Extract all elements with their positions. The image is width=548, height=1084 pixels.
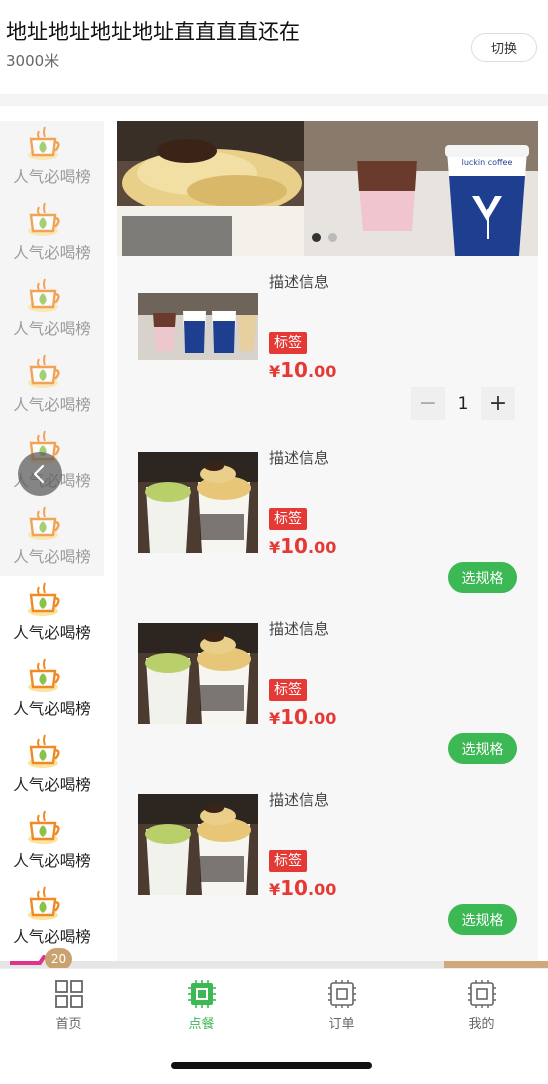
choose-spec-button[interactable]: 选规格 bbox=[448, 904, 517, 935]
product-card[interactable]: 描述信息标签 ¥10.00 选规格 bbox=[117, 607, 538, 777]
milk-tea-cup-icon bbox=[28, 734, 60, 768]
home-indicator bbox=[171, 1062, 372, 1069]
category-label: 人气必喝榜 bbox=[13, 700, 91, 718]
banner-cup-text: luckin coffee bbox=[462, 158, 513, 167]
decrease-button[interactable]: − bbox=[411, 387, 445, 420]
category-label: 人气必喝榜 bbox=[13, 624, 91, 642]
product-tag: 标签 bbox=[269, 850, 307, 872]
product-desc: 描述信息 bbox=[269, 620, 330, 638]
switch-store-button[interactable]: 切换 bbox=[471, 33, 537, 62]
chip-icon bbox=[328, 980, 356, 1008]
product-image[interactable] bbox=[138, 293, 258, 360]
category-label: 人气必喝榜 bbox=[13, 928, 91, 946]
tab-label: 订单 bbox=[328, 1017, 355, 1032]
category-label: 人气必喝榜 bbox=[13, 776, 91, 794]
milk-tea-cup-icon bbox=[28, 126, 60, 160]
product-list: luckin coffee 描述信息 标签 ¥10.00 − 1 + 描述信息 … bbox=[117, 121, 538, 961]
category-label: 人气必喝榜 bbox=[13, 320, 91, 338]
tab-label: 我的 bbox=[468, 1017, 495, 1032]
milk-tea-cup-icon bbox=[28, 886, 60, 920]
tab-bar: 首页 点餐 订单 我的 bbox=[0, 968, 548, 1052]
tab-order-food[interactable]: 点餐 bbox=[133, 969, 270, 1039]
tab-profile[interactable]: 我的 bbox=[413, 969, 548, 1039]
milk-tea-cup-icon bbox=[28, 810, 60, 844]
grid-icon bbox=[55, 980, 83, 1008]
chevron-left-icon bbox=[33, 464, 45, 484]
tab-label: 首页 bbox=[55, 1017, 82, 1032]
category-label: 人气必喝榜 bbox=[13, 396, 91, 414]
choose-spec-button[interactable]: 选规格 bbox=[448, 733, 517, 764]
category-item[interactable]: 人气必喝榜 bbox=[0, 501, 104, 577]
carousel-dot-active[interactable] bbox=[312, 233, 321, 242]
milk-tea-cup-icon bbox=[28, 658, 60, 692]
category-label: 人气必喝榜 bbox=[13, 168, 91, 186]
tab-home[interactable]: 首页 bbox=[0, 969, 137, 1039]
cart-icon[interactable] bbox=[10, 955, 46, 967]
category-item[interactable]: 人气必喝榜 bbox=[0, 577, 104, 653]
carousel-dots bbox=[312, 233, 337, 242]
chip-icon bbox=[188, 980, 216, 1008]
product-image[interactable] bbox=[138, 452, 258, 553]
milk-tea-cup-icon bbox=[28, 582, 60, 616]
chip-icon bbox=[468, 980, 496, 1008]
product-price: ¥10.00 bbox=[269, 534, 337, 558]
product-price: ¥10.00 bbox=[269, 358, 337, 382]
store-address: 地址地址地址地址直直直直还在 bbox=[6, 20, 300, 44]
category-label: 人气必喝榜 bbox=[13, 244, 91, 262]
choose-spec-button[interactable]: 选规格 bbox=[448, 562, 517, 593]
quantity-value: 1 bbox=[445, 387, 481, 420]
product-tag: 标签 bbox=[269, 332, 307, 354]
milk-tea-cup-icon bbox=[28, 354, 60, 388]
cart-count-badge: 20 bbox=[45, 948, 72, 970]
back-button[interactable] bbox=[18, 452, 62, 496]
category-item[interactable]: 人气必喝榜 bbox=[0, 729, 104, 805]
category-item[interactable]: 人气必喝榜 bbox=[0, 121, 104, 197]
promo-banner[interactable]: luckin coffee bbox=[117, 121, 538, 256]
divider bbox=[0, 94, 548, 106]
category-sidebar: 人气必喝榜 人气必喝榜 人气必喝榜 人气必喝榜 人气必喝榜 人气必喝榜 人气必喝榜 人气必喝榜… bbox=[0, 121, 104, 961]
category-item[interactable]: 人气必喝榜 bbox=[0, 349, 104, 425]
checkout-bar-edge[interactable] bbox=[444, 961, 548, 968]
category-label: 人气必喝榜 bbox=[13, 852, 91, 870]
product-tag: 标签 bbox=[269, 679, 307, 701]
product-price: ¥10.00 bbox=[269, 876, 337, 900]
milk-tea-cup-icon bbox=[28, 278, 60, 312]
tab-label: 点餐 bbox=[188, 1017, 215, 1032]
category-item[interactable]: 人气必喝榜 bbox=[0, 653, 104, 729]
milk-tea-cup-icon bbox=[28, 506, 60, 540]
product-desc: 描述信息 bbox=[269, 791, 330, 809]
category-item[interactable]: 人气必喝榜 bbox=[0, 881, 104, 957]
product-image[interactable] bbox=[138, 794, 258, 895]
category-item[interactable]: 人气必喝榜 bbox=[0, 273, 104, 349]
product-desc: 描述信息 bbox=[269, 273, 330, 291]
category-item[interactable]: 人气必喝榜 bbox=[0, 197, 104, 273]
category-item[interactable]: 人气必喝榜 bbox=[0, 805, 104, 881]
product-tag: 标签 bbox=[269, 508, 307, 530]
store-header: 地址地址地址地址直直直直还在 3000米 切换 bbox=[0, 0, 548, 94]
product-card[interactable]: 描述信息标签 ¥10.00 选规格 bbox=[117, 436, 538, 606]
increase-button[interactable]: + bbox=[481, 387, 515, 420]
product-price: ¥10.00 bbox=[269, 705, 337, 729]
product-card[interactable]: 描述信息标签 ¥10.00 选规格 bbox=[117, 778, 538, 948]
product-desc: 描述信息 bbox=[269, 449, 330, 467]
store-distance: 3000米 bbox=[6, 52, 60, 70]
product-image[interactable] bbox=[138, 623, 258, 724]
milk-tea-cup-icon bbox=[28, 202, 60, 236]
quantity-stepper[interactable]: − 1 + bbox=[411, 387, 515, 420]
category-label: 人气必喝榜 bbox=[13, 548, 91, 566]
carousel-dot[interactable] bbox=[328, 233, 337, 242]
tab-orders[interactable]: 订单 bbox=[273, 969, 410, 1039]
